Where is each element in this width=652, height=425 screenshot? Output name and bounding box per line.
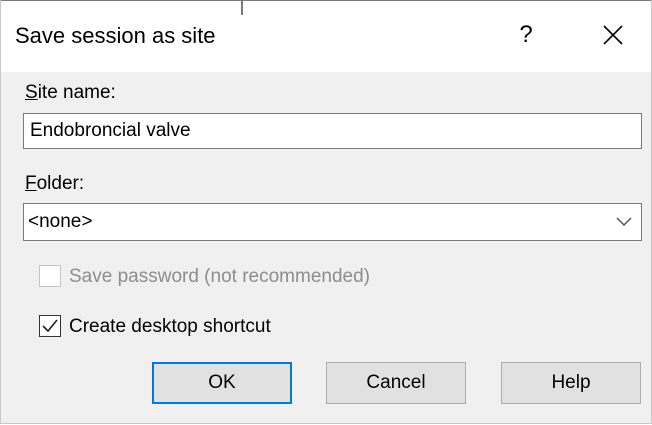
folder-label-text: older: — [36, 173, 85, 194]
desktop-shortcut-checkbox[interactable] — [39, 315, 61, 337]
checkmark-icon — [42, 319, 58, 333]
ok-button[interactable]: OK — [152, 362, 292, 404]
dialog-title: Save session as site — [15, 23, 216, 48]
close-icon[interactable] — [597, 19, 629, 51]
site-name-label: Site name: — [25, 82, 116, 104]
help-button[interactable]: Help — [501, 362, 641, 404]
site-name-label-text: ite name: — [37, 82, 116, 103]
save-password-label: Save password (not recommended) — [69, 266, 370, 287]
desktop-shortcut-label: Create desktop shortcut — [69, 316, 271, 337]
save-session-dialog: Save session as site ? Site name: Endobr… — [0, 0, 652, 424]
folder-accelerator: F — [25, 173, 37, 194]
folder-selected-value: <none> — [28, 211, 93, 232]
site-name-accelerator: S — [25, 82, 38, 103]
title-bar-edge-notch — [241, 1, 243, 15]
folder-label: Folder: — [25, 173, 84, 195]
title-bar[interactable]: Save session as site ? — [1, 0, 651, 72]
save-password-checkbox[interactable] — [39, 265, 61, 287]
site-name-input[interactable]: Endobroncial valve — [23, 113, 642, 149]
chevron-down-icon[interactable] — [615, 215, 633, 229]
help-icon[interactable]: ? — [511, 20, 541, 50]
cancel-button[interactable]: Cancel — [326, 362, 466, 404]
folder-dropdown[interactable]: <none> — [23, 203, 642, 241]
